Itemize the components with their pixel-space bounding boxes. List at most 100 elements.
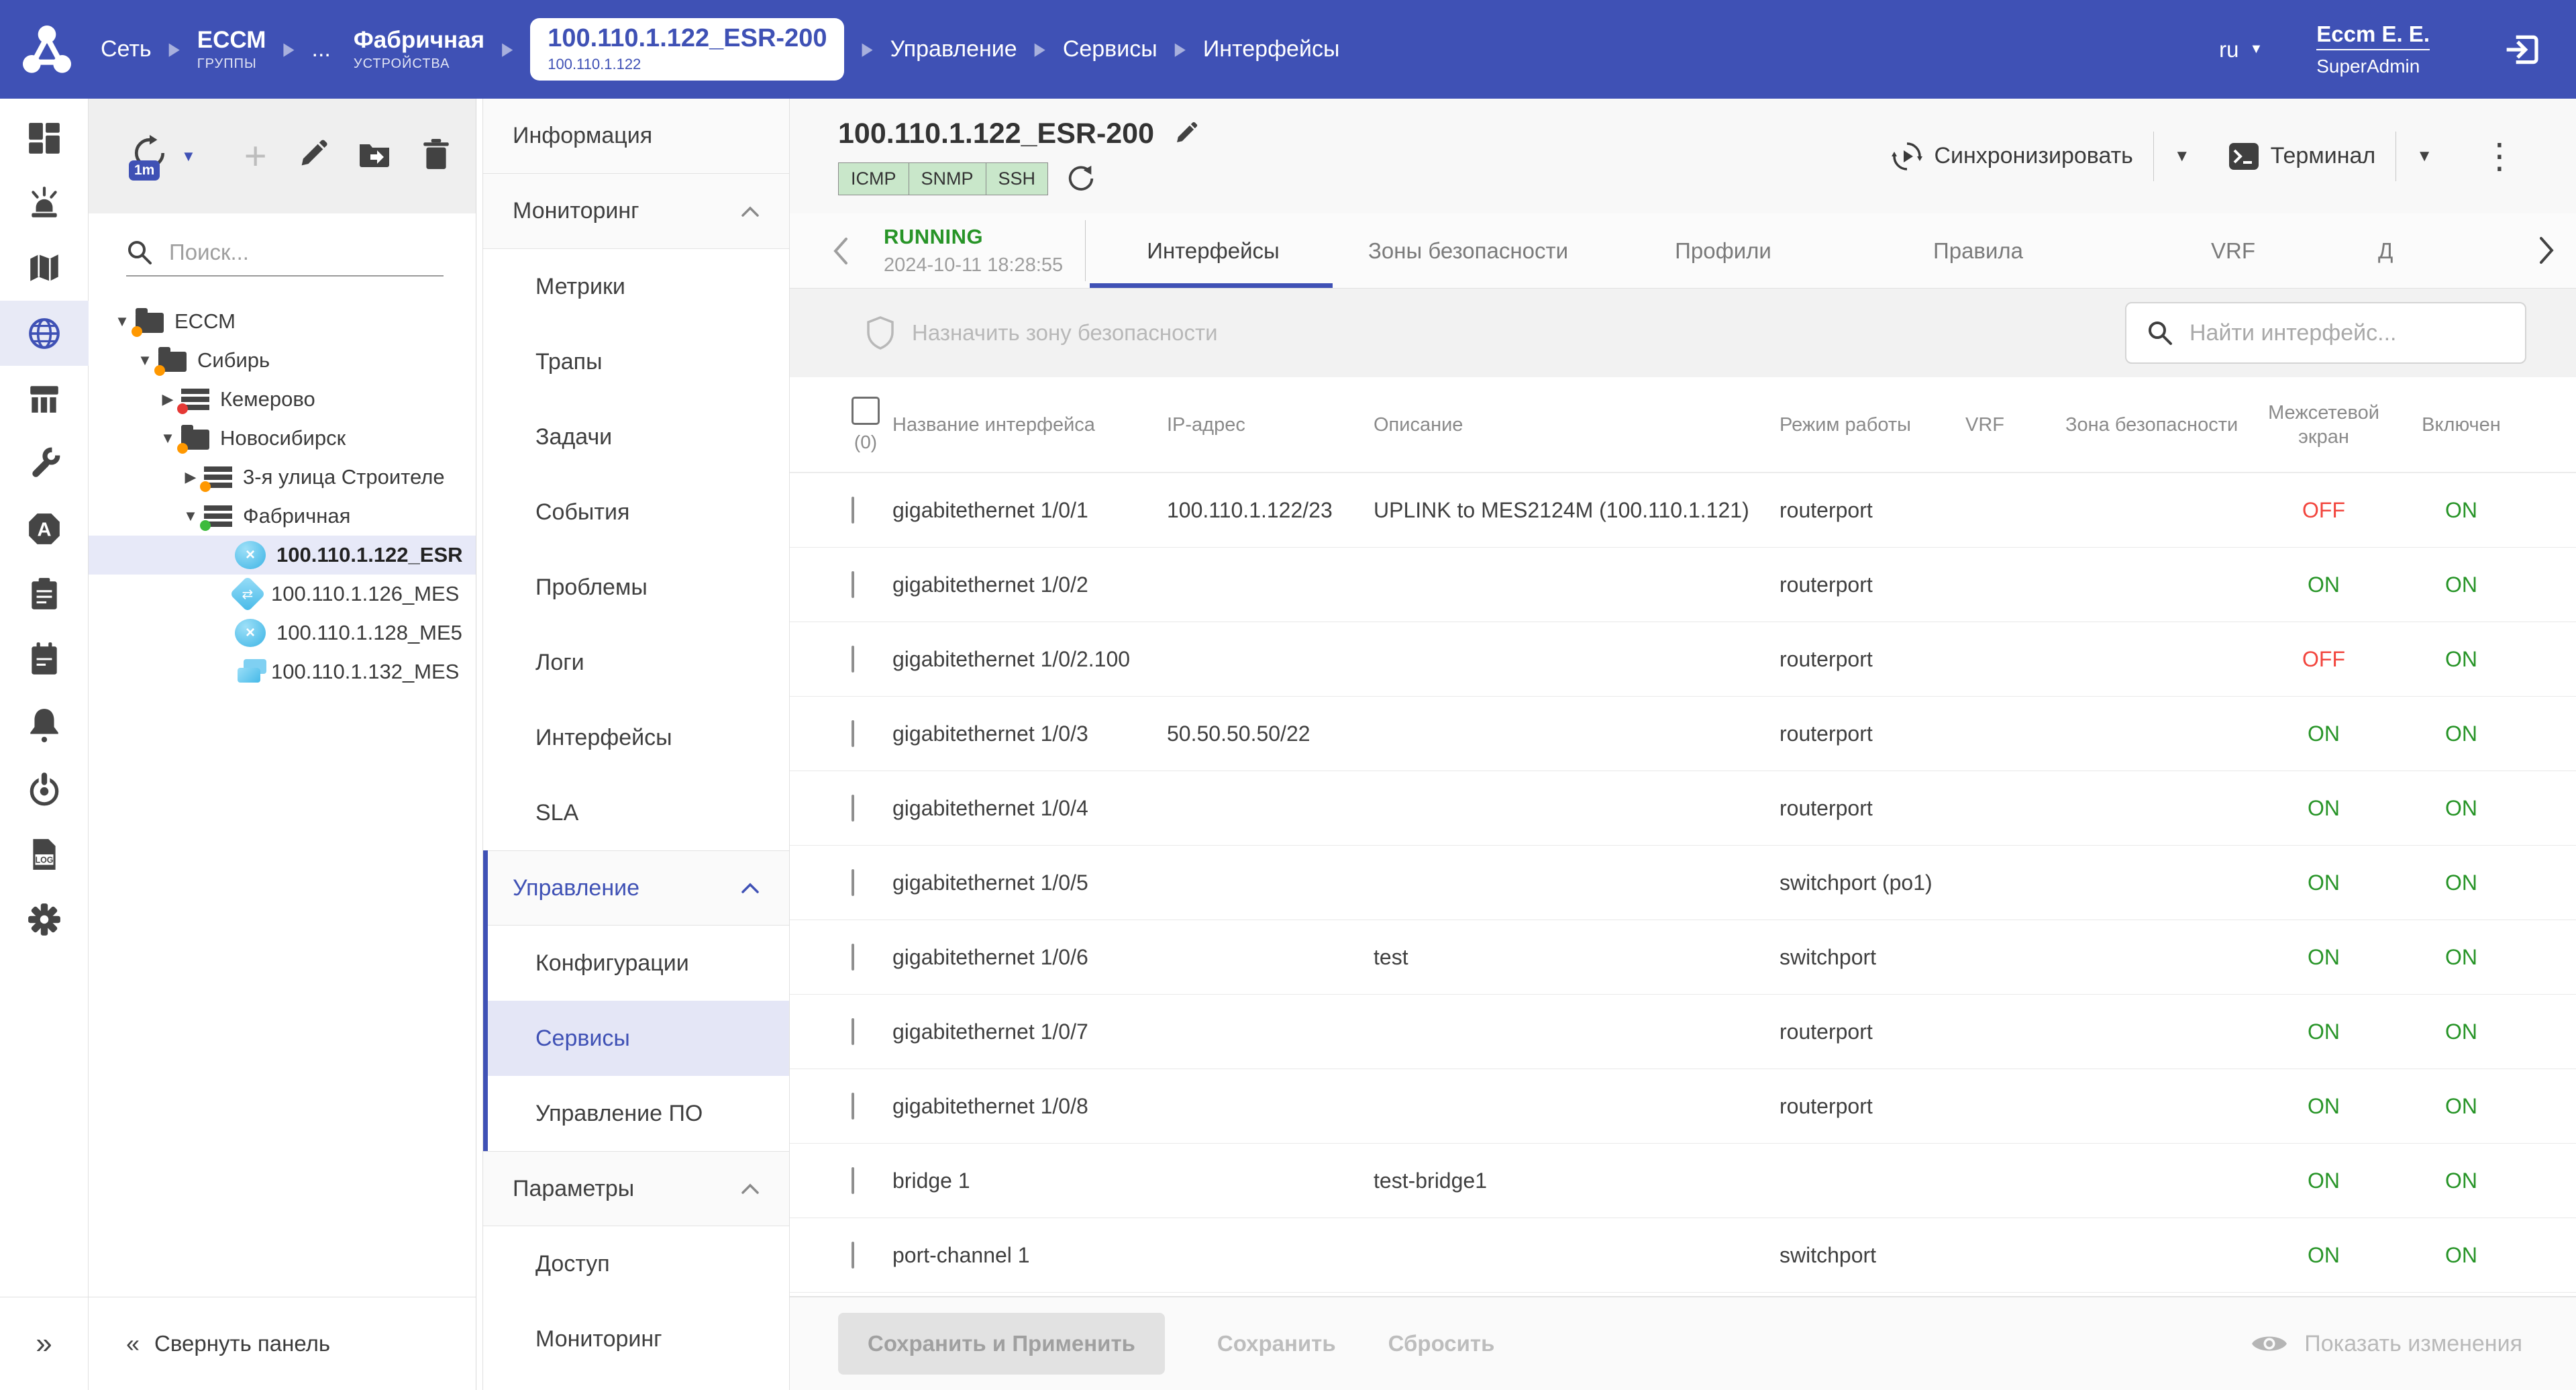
sync-dropdown-button[interactable]: ▼	[2174, 147, 2190, 166]
row-checkbox[interactable]	[852, 795, 854, 822]
row-checkbox[interactable]	[852, 571, 854, 598]
nav-automation[interactable]: A	[0, 496, 89, 561]
tree-node-novosibirsk[interactable]: ▼ Новосибирск	[89, 419, 476, 458]
refresh-availability-icon[interactable]	[1066, 163, 1096, 194]
row-checkbox[interactable]	[852, 497, 854, 524]
tree-node-eccm[interactable]: ▼ ЕССМ	[89, 302, 476, 341]
terminal-button[interactable]: Терминал	[2228, 140, 2376, 172]
chevron-down-icon[interactable]: ▼	[181, 148, 196, 165]
terminal-dropdown-button[interactable]: ▼	[2416, 147, 2432, 166]
eccm-logo-icon[interactable]	[20, 23, 74, 77]
table-row[interactable]: gigabitethernet 1/0/2 routerport ON ON	[790, 548, 2576, 622]
tree-node-sibir[interactable]: ▼ Сибирь	[89, 341, 476, 380]
menu-item-param-monitoring[interactable]: Мониторинг	[483, 1301, 789, 1377]
row-checkbox[interactable]	[852, 720, 854, 747]
edit-node-button[interactable]	[297, 138, 329, 174]
menu-item-software[interactable]: Управление ПО	[483, 1076, 789, 1151]
table-row[interactable]: bridge 1 test-bridge1 ON ON	[790, 1144, 2576, 1218]
tree-node-device-122[interactable]: × 100.110.1.122_ESR	[89, 536, 476, 575]
move-node-button[interactable]	[358, 138, 391, 174]
delete-node-button[interactable]	[420, 138, 452, 174]
interface-search-input[interactable]	[2189, 320, 2509, 346]
user-name[interactable]: Eccm E. E.	[2316, 21, 2430, 50]
breadcrumb-section[interactable]: Управление	[890, 36, 1017, 62]
nav-inventory[interactable]	[0, 366, 89, 431]
chevron-expanded-icon[interactable]: ▼	[132, 352, 158, 369]
menu-section-parameters[interactable]: Параметры	[483, 1151, 789, 1226]
breadcrumb-group[interactable]: ЕССМ ГРУППЫ	[197, 27, 266, 72]
nav-journal[interactable]	[0, 626, 89, 691]
tab-security-zones[interactable]: Зоны безопасности	[1341, 213, 1596, 288]
breadcrumb-ellipsis[interactable]: ...	[312, 36, 331, 62]
tab-partial[interactable]: Д	[2361, 213, 2414, 288]
chevron-expanded-icon[interactable]: ▼	[177, 507, 204, 525]
reset-button[interactable]: Сбросить	[1388, 1331, 1495, 1356]
row-checkbox[interactable]	[852, 1093, 854, 1120]
table-row[interactable]: gigabitethernet 1/0/7 routerport ON ON	[790, 995, 2576, 1069]
save-and-apply-button[interactable]: Сохранить и Применить	[838, 1313, 1165, 1375]
menu-section-management[interactable]: Управление	[483, 850, 789, 926]
tab-interfaces[interactable]: Интерфейсы	[1086, 213, 1341, 288]
menu-item-problems[interactable]: Проблемы	[483, 550, 789, 625]
nav-alarms[interactable]	[0, 170, 89, 236]
row-checkbox[interactable]	[852, 1242, 854, 1269]
table-row[interactable]: gigabitethernet 1/0/8 routerport ON ON	[790, 1069, 2576, 1144]
menu-item-events[interactable]: События	[483, 475, 789, 550]
breadcrumb-device-active[interactable]: 100.110.1.122_ESR-200 100.110.1.122	[530, 18, 844, 81]
nav-settings[interactable]	[0, 887, 89, 952]
tabs-scroll-right-button[interactable]	[2518, 213, 2576, 287]
table-row[interactable]: port-channel 1 switchport ON ON	[790, 1218, 2576, 1293]
breadcrumb-network[interactable]: Сеть	[101, 36, 152, 62]
menu-section-monitoring[interactable]: Мониторинг	[483, 174, 789, 249]
row-checkbox[interactable]	[852, 944, 854, 971]
tree-search-input[interactable]	[169, 240, 444, 265]
breadcrumb-page[interactable]: Интерфейсы	[1203, 36, 1340, 62]
menu-item-logs[interactable]: Логи	[483, 625, 789, 700]
show-changes-button[interactable]: Показать изменения	[2251, 1331, 2522, 1357]
nav-monitoring-control[interactable]	[0, 756, 89, 822]
tree-node-kemerovo[interactable]: ▶ Кемерово	[89, 380, 476, 419]
tab-rules[interactable]: Правила	[1851, 213, 2106, 288]
table-row[interactable]: gigabitethernet 1/0/2.100 routerport OFF…	[790, 622, 2576, 697]
tabs-scroll-left-icon[interactable]	[831, 236, 849, 266]
chevron-collapsed-icon[interactable]: ▶	[177, 468, 204, 486]
auto-refresh-button[interactable]: 1m	[132, 135, 174, 178]
nav-tools[interactable]	[0, 431, 89, 496]
synchronize-button[interactable]: Синхронизировать	[1891, 140, 2132, 172]
nav-map[interactable]	[0, 236, 89, 301]
tree-node-device-126[interactable]: ⇄ 100.110.1.126_MES	[89, 575, 476, 613]
row-checkbox[interactable]	[852, 1018, 854, 1045]
chevron-expanded-icon[interactable]: ▼	[109, 313, 136, 330]
breadcrumb-subsection[interactable]: Сервисы	[1063, 36, 1157, 62]
row-checkbox[interactable]	[852, 1167, 854, 1194]
nav-network[interactable]	[0, 301, 89, 366]
add-node-button[interactable]: +	[244, 134, 267, 179]
logout-icon[interactable]	[2504, 31, 2541, 68]
tree-node-stroiteley[interactable]: ▶ 3-я улица Строителе	[89, 458, 476, 497]
breadcrumb-devices-group[interactable]: Фабричная УСТРОЙСТВА	[354, 27, 484, 72]
menu-item-sla[interactable]: SLA	[483, 775, 789, 850]
menu-item-configurations[interactable]: Конфигурации	[483, 926, 789, 1001]
panel-resize-gutter[interactable]	[476, 99, 483, 1390]
menu-item-interfaces[interactable]: Интерфейсы	[483, 700, 789, 775]
table-row[interactable]: gigabitethernet 1/0/1 100.110.1.122/23 U…	[790, 473, 2576, 548]
nav-dashboard[interactable]	[0, 105, 89, 170]
tab-profiles[interactable]: Профили	[1596, 213, 1851, 288]
user-menu[interactable]: Eccm E. E. SuperAdmin	[2316, 21, 2430, 77]
collapse-panel-button[interactable]: « Свернуть панель	[89, 1297, 476, 1390]
nav-tasks[interactable]	[0, 561, 89, 626]
nav-notifications[interactable]	[0, 691, 89, 756]
tree-node-device-128[interactable]: × 100.110.1.128_ME5	[89, 613, 476, 652]
select-all-checkbox[interactable]	[852, 397, 880, 425]
tree-node-device-132[interactable]: 100.110.1.132_MES	[89, 652, 476, 691]
language-selector[interactable]: ru ▼	[2219, 37, 2263, 62]
menu-item-information[interactable]: Информация	[483, 99, 789, 174]
chevron-expanded-icon[interactable]: ▼	[154, 430, 181, 447]
menu-item-services[interactable]: Сервисы	[483, 1001, 789, 1076]
menu-item-access[interactable]: Доступ	[483, 1226, 789, 1301]
edit-title-pencil-icon[interactable]	[1173, 121, 1198, 146]
menu-item-metrics[interactable]: Метрики	[483, 249, 789, 324]
assign-zone-button-disabled[interactable]: Назначить зону безопасности	[865, 315, 1218, 350]
table-row[interactable]: gigabitethernet 1/0/5 switchport (po1) O…	[790, 846, 2576, 920]
table-row[interactable]: gigabitethernet 1/0/4 routerport ON ON	[790, 771, 2576, 846]
